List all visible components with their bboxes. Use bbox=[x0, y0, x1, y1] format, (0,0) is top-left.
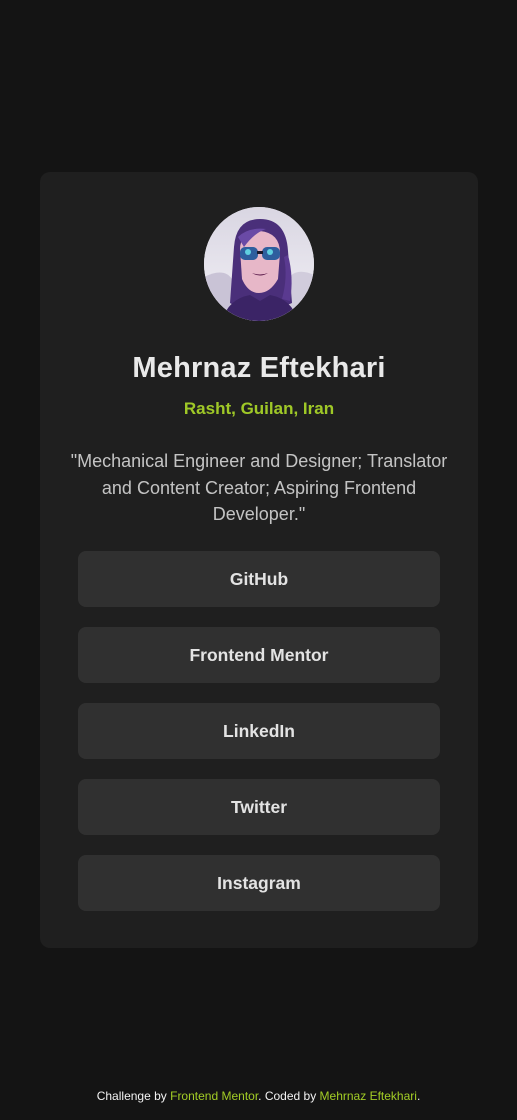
frontend-mentor-link-button[interactable]: Frontend Mentor bbox=[78, 627, 440, 683]
attribution-middle: . Coded by bbox=[258, 1089, 320, 1103]
profile-card: Mehrnaz Eftekhari Rasht, Guilan, Iran "M… bbox=[40, 172, 478, 948]
instagram-link-button[interactable]: Instagram bbox=[78, 855, 440, 911]
github-link-button[interactable]: GitHub bbox=[78, 551, 440, 607]
linkedin-link-button[interactable]: LinkedIn bbox=[78, 703, 440, 759]
author-link[interactable]: Mehrnaz Eftekhari bbox=[320, 1089, 417, 1103]
profile-location: Rasht, Guilan, Iran bbox=[183, 399, 335, 418]
twitter-link-button[interactable]: Twitter bbox=[78, 779, 440, 835]
attribution-prefix: Challenge by bbox=[96, 1089, 171, 1103]
avatar bbox=[204, 207, 314, 321]
attribution-footer: Challenge by Frontend Mentor. Coded by M… bbox=[0, 1089, 517, 1103]
profile-bio: "Mechanical Engineer and Designer; Trans… bbox=[70, 451, 448, 524]
attribution-suffix: . bbox=[416, 1089, 421, 1103]
challenge-link[interactable]: Frontend Mentor bbox=[170, 1089, 258, 1103]
profile-photo-icon bbox=[204, 207, 314, 321]
social-links-list: GitHub Frontend Mentor LinkedIn Twitter … bbox=[78, 551, 440, 931]
profile-name: Mehrnaz Eftekhari bbox=[132, 352, 386, 384]
